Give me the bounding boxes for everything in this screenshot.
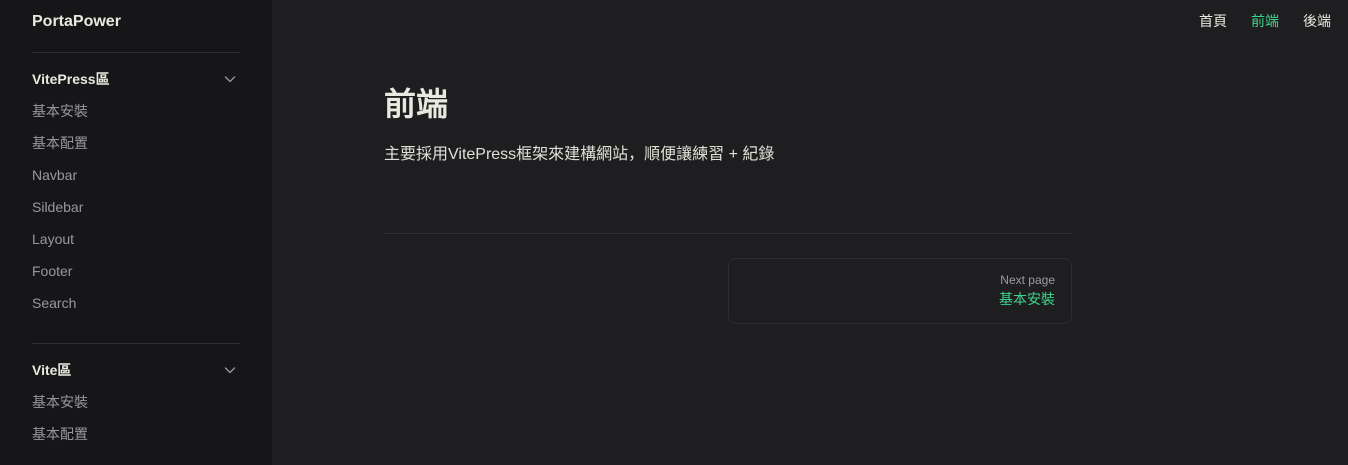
sidebar-item-vite-basic-install[interactable]: 基本安裝 — [32, 392, 88, 412]
nav-link-home[interactable]: 首頁 — [1199, 12, 1227, 30]
sidebar-divider — [32, 52, 240, 53]
sidebar-item-footer[interactable]: Footer — [32, 261, 72, 281]
sidebar-group-title-vitepress[interactable]: VitePress區 — [32, 69, 110, 89]
next-page-link[interactable]: Next page 基本安裝 — [728, 258, 1072, 324]
next-page-label: Next page — [1000, 273, 1055, 287]
page-title: 前端 — [384, 86, 449, 122]
sidebar-group-title-vite[interactable]: Vite區 — [32, 360, 71, 380]
sidebar-item-navbar[interactable]: Navbar — [32, 165, 77, 185]
sidebar-item-search[interactable]: Search — [32, 293, 76, 313]
top-nav: 首頁 前端 後端 — [1199, 12, 1331, 30]
sidebar-item-vite-basic-config[interactable]: 基本配置 — [32, 424, 88, 444]
nav-link-frontend[interactable]: 前端 — [1251, 12, 1279, 30]
content-divider — [384, 233, 1072, 234]
sidebar-item-layout[interactable]: Layout — [32, 229, 74, 249]
sidebar-item-basic-install[interactable]: 基本安裝 — [32, 101, 88, 121]
site-title[interactable]: PortaPower — [32, 12, 121, 32]
sidebar: PortaPower VitePress區 基本安裝 基本配置 Navbar S… — [0, 0, 272, 465]
chevron-down-icon[interactable] — [222, 362, 238, 378]
nav-link-backend[interactable]: 後端 — [1303, 12, 1331, 30]
chevron-down-icon[interactable] — [222, 71, 238, 87]
sidebar-divider — [32, 343, 240, 344]
page-description: 主要採用VitePress框架來建構網站，順便讓練習 + 紀錄 — [384, 146, 775, 163]
next-page-title: 基本安裝 — [999, 291, 1055, 307]
sidebar-item-basic-config[interactable]: 基本配置 — [32, 133, 88, 153]
sidebar-item-sildebar[interactable]: Sildebar — [32, 197, 83, 217]
